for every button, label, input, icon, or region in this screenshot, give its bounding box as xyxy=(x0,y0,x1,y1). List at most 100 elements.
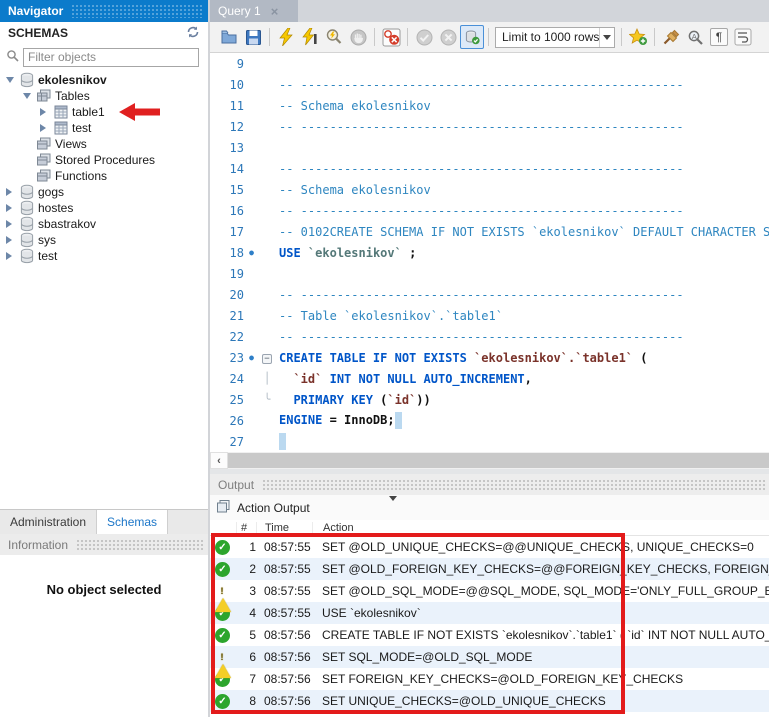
tree-item-stored-procedures[interactable]: Stored Procedures xyxy=(0,152,208,168)
output-toolbar: Action Output xyxy=(210,495,769,520)
stop-icon[interactable] xyxy=(346,25,370,49)
beautify-icon[interactable] xyxy=(659,25,683,49)
code-line-22[interactable]: 22-- -----------------------------------… xyxy=(210,326,769,347)
expander-icon[interactable] xyxy=(6,235,19,245)
line-number: 21 xyxy=(210,309,244,323)
save-icon[interactable] xyxy=(241,25,265,49)
close-icon[interactable]: × xyxy=(271,5,279,18)
tree-item-functions[interactable]: Functions xyxy=(0,168,208,184)
tree-item-test[interactable]: test xyxy=(0,248,208,264)
output-row-1[interactable]: ✓108:57:55SET @OLD_UNIQUE_CHECKS=@@UNIQU… xyxy=(210,536,769,558)
expander-icon[interactable] xyxy=(40,107,53,117)
wrap-icon[interactable] xyxy=(731,25,755,49)
code-line-13[interactable]: 13 xyxy=(210,137,769,158)
filter-input[interactable] xyxy=(23,48,199,67)
output-row-2[interactable]: ✓208:57:55SET @OLD_FOREIGN_KEY_CHECKS=@@… xyxy=(210,558,769,580)
scrollbar-thumb[interactable] xyxy=(228,453,769,468)
expander-icon[interactable] xyxy=(40,123,53,133)
limit-dropdown[interactable]: Limit to 1000 rows xyxy=(495,27,615,48)
code-line-27[interactable]: 27 xyxy=(210,431,769,452)
code-line-10[interactable]: 10-- -----------------------------------… xyxy=(210,74,769,95)
toolbar-separator xyxy=(488,28,489,46)
text-cursor xyxy=(279,433,286,450)
column-action[interactable]: Action xyxy=(312,522,769,534)
toggle-stop-on-error-icon[interactable] xyxy=(379,25,403,49)
expander-icon[interactable] xyxy=(23,91,36,101)
scroll-left-button[interactable]: ‹ xyxy=(210,452,228,469)
sql-editor[interactable]: 910-- ----------------------------------… xyxy=(210,53,769,452)
code-segment-comment: -- Schema ekolesnikov xyxy=(279,99,431,113)
tab-schemas[interactable]: Schemas xyxy=(97,510,168,534)
tree-item-hostes[interactable]: hostes xyxy=(0,200,208,216)
code-line-23[interactable]: 23●−CREATE TABLE IF NOT EXISTS `ekolesni… xyxy=(210,347,769,368)
rollback-icon[interactable] xyxy=(436,25,460,49)
statement-marker-icon: ● xyxy=(244,248,259,257)
code-line-15[interactable]: 15-- Schema ekolesnikov xyxy=(210,179,769,200)
output-row-4[interactable]: ✓408:57:55USE `ekolesnikov` xyxy=(210,602,769,624)
output-row-3[interactable]: 308:57:55SET @OLD_SQL_MODE=@@SQL_MODE, S… xyxy=(210,580,769,602)
tab-administration[interactable]: Administration xyxy=(0,510,97,534)
fold-control[interactable]: − xyxy=(259,351,275,364)
expander-icon[interactable] xyxy=(6,75,19,85)
code-line-12[interactable]: 12-- -----------------------------------… xyxy=(210,116,769,137)
tree-item-tables[interactable]: Tables xyxy=(0,88,208,104)
expander-icon[interactable] xyxy=(6,203,19,213)
explain-icon[interactable] xyxy=(322,25,346,49)
expander-icon[interactable] xyxy=(6,251,19,261)
refresh-icon[interactable] xyxy=(186,25,200,42)
output-row-7[interactable]: ✓708:57:56SET FOREIGN_KEY_CHECKS=@OLD_FO… xyxy=(210,668,769,690)
tree-item-gogs[interactable]: gogs xyxy=(0,184,208,200)
code-line-16[interactable]: 16 -- -----------------------------------… xyxy=(210,200,769,221)
tree-item-sys[interactable]: sys xyxy=(0,232,208,248)
invisibles-icon[interactable]: ¶ xyxy=(707,25,731,49)
code-line-24[interactable]: 24│ `id` INT NOT NULL AUTO_INCREMENT, xyxy=(210,368,769,389)
row-number: 7 xyxy=(236,672,256,686)
output-row-6[interactable]: 608:57:56SET SQL_MODE=@OLD_SQL_MODE xyxy=(210,646,769,668)
execute-current-icon[interactable] xyxy=(298,25,322,49)
commit-icon[interactable] xyxy=(412,25,436,49)
tree-item-sbastrakov[interactable]: sbastrakov xyxy=(0,216,208,232)
code-line-14[interactable]: 14-- -----------------------------------… xyxy=(210,158,769,179)
line-number: 16 xyxy=(210,204,244,218)
code-line-11[interactable]: 11-- Schema ekolesnikov xyxy=(210,95,769,116)
open-file-icon[interactable] xyxy=(217,25,241,49)
expander-icon[interactable] xyxy=(6,187,19,197)
code-segment-ident2: `ekolesnikov` xyxy=(308,246,402,260)
execute-icon[interactable] xyxy=(274,25,298,49)
row-action: CREATE TABLE IF NOT EXISTS `ekolesnikov`… xyxy=(312,628,769,642)
code-line-9[interactable]: 9 xyxy=(210,53,769,74)
tab-query-1[interactable]: Query 1 × xyxy=(210,0,298,22)
expander-icon[interactable] xyxy=(6,219,19,229)
query-toolbar: Limit to 1000 rows A¶ xyxy=(210,22,769,53)
tree-item-views[interactable]: Views xyxy=(0,136,208,152)
success-icon: ✓ xyxy=(215,694,230,709)
code-line-20[interactable]: 20-- -----------------------------------… xyxy=(210,284,769,305)
column-number[interactable]: # xyxy=(236,522,256,534)
output-view-selector[interactable]: Action Output xyxy=(237,498,397,518)
database-icon xyxy=(19,248,37,264)
column-time[interactable]: Time xyxy=(256,522,312,534)
navigator-titlebar: Navigator xyxy=(0,0,208,22)
code-segment-plain: ( xyxy=(373,393,387,407)
output-row-5[interactable]: ✓508:57:56CREATE TABLE IF NOT EXISTS `ek… xyxy=(210,624,769,646)
code-text: -- -------------------------------------… xyxy=(275,204,684,218)
fold-collapse-icon[interactable]: − xyxy=(262,354,272,364)
tree-item-test[interactable]: test xyxy=(0,120,208,136)
code-segment-plain: ( xyxy=(633,351,647,365)
row-number: 2 xyxy=(236,562,256,576)
save-snippet-icon[interactable] xyxy=(626,25,650,49)
tree-item-ekolesnikov[interactable]: ekolesnikov xyxy=(0,72,208,88)
find-icon[interactable]: A xyxy=(683,25,707,49)
line-number: 12 xyxy=(210,120,244,134)
editor-h-scrollbar[interactable]: ‹ xyxy=(210,452,769,469)
schemas-header: SCHEMAS xyxy=(0,22,208,44)
code-line-17[interactable]: 17-- 0102CREATE SCHEMA IF NOT EXISTS `ek… xyxy=(210,221,769,242)
code-line-19[interactable]: 19 xyxy=(210,263,769,284)
tree-item-table1[interactable]: table1 xyxy=(0,104,208,120)
code-line-25[interactable]: 25╰ PRIMARY KEY (`id`)) xyxy=(210,389,769,410)
autocommit-icon[interactable] xyxy=(460,25,484,49)
output-row-8[interactable]: ✓808:57:56SET UNIQUE_CHECKS=@OLD_UNIQUE_… xyxy=(210,690,769,712)
code-line-18[interactable]: 18●USE `ekolesnikov` ; xyxy=(210,242,769,263)
code-line-26[interactable]: 26ENGINE = InnoDB; xyxy=(210,410,769,431)
code-line-21[interactable]: 21-- Table `ekolesnikov`.`table1` xyxy=(210,305,769,326)
